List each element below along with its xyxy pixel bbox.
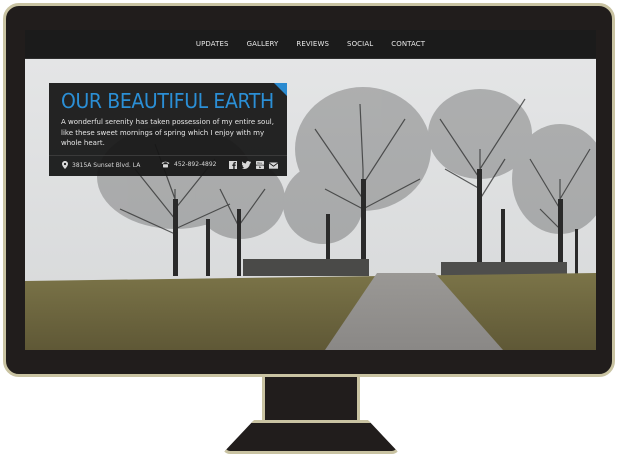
card-corner-accent <box>274 83 287 96</box>
address-group: 3815A Sunset Blvd. LA <box>62 161 140 169</box>
website-screen: UPDATES GALLERY REVIEWS SOCIAL CONTACT O… <box>25 30 596 350</box>
mail-icon[interactable] <box>268 161 279 169</box>
monitor-stand-base <box>222 420 400 454</box>
address-text: 3815A Sunset Blvd. LA <box>72 161 141 169</box>
social-links: You <box>229 161 279 169</box>
nav-item-contact[interactable]: CONTACT <box>382 40 434 48</box>
nav-item-updates[interactable]: UPDATES <box>187 40 238 48</box>
svg-text:You: You <box>257 161 262 165</box>
hero-info-card: OUR BEAUTIFUL EARTH A wonderful serenity… <box>49 83 287 176</box>
hero-title: OUR BEAUTIFUL EARTH <box>61 89 274 113</box>
card-footer: 3815A Sunset Blvd. LA 452-892-4892 You <box>49 156 287 176</box>
phone-group: 452-892-4892 <box>161 161 217 168</box>
facebook-icon[interactable] <box>229 161 237 169</box>
map-pin-icon <box>62 161 68 169</box>
youtube-icon[interactable]: You <box>256 161 264 169</box>
hero-description: A wonderful serenity has taken possessio… <box>61 118 274 147</box>
phone-icon <box>161 161 170 168</box>
main-nav: UPDATES GALLERY REVIEWS SOCIAL CONTACT <box>25 30 596 59</box>
twitter-icon[interactable] <box>241 161 251 169</box>
nav-item-reviews[interactable]: REVIEWS <box>287 40 338 48</box>
phone-text: 452-892-4892 <box>174 161 217 168</box>
nav-item-gallery[interactable]: GALLERY <box>238 40 288 48</box>
nav-item-social[interactable]: SOCIAL <box>338 40 382 48</box>
